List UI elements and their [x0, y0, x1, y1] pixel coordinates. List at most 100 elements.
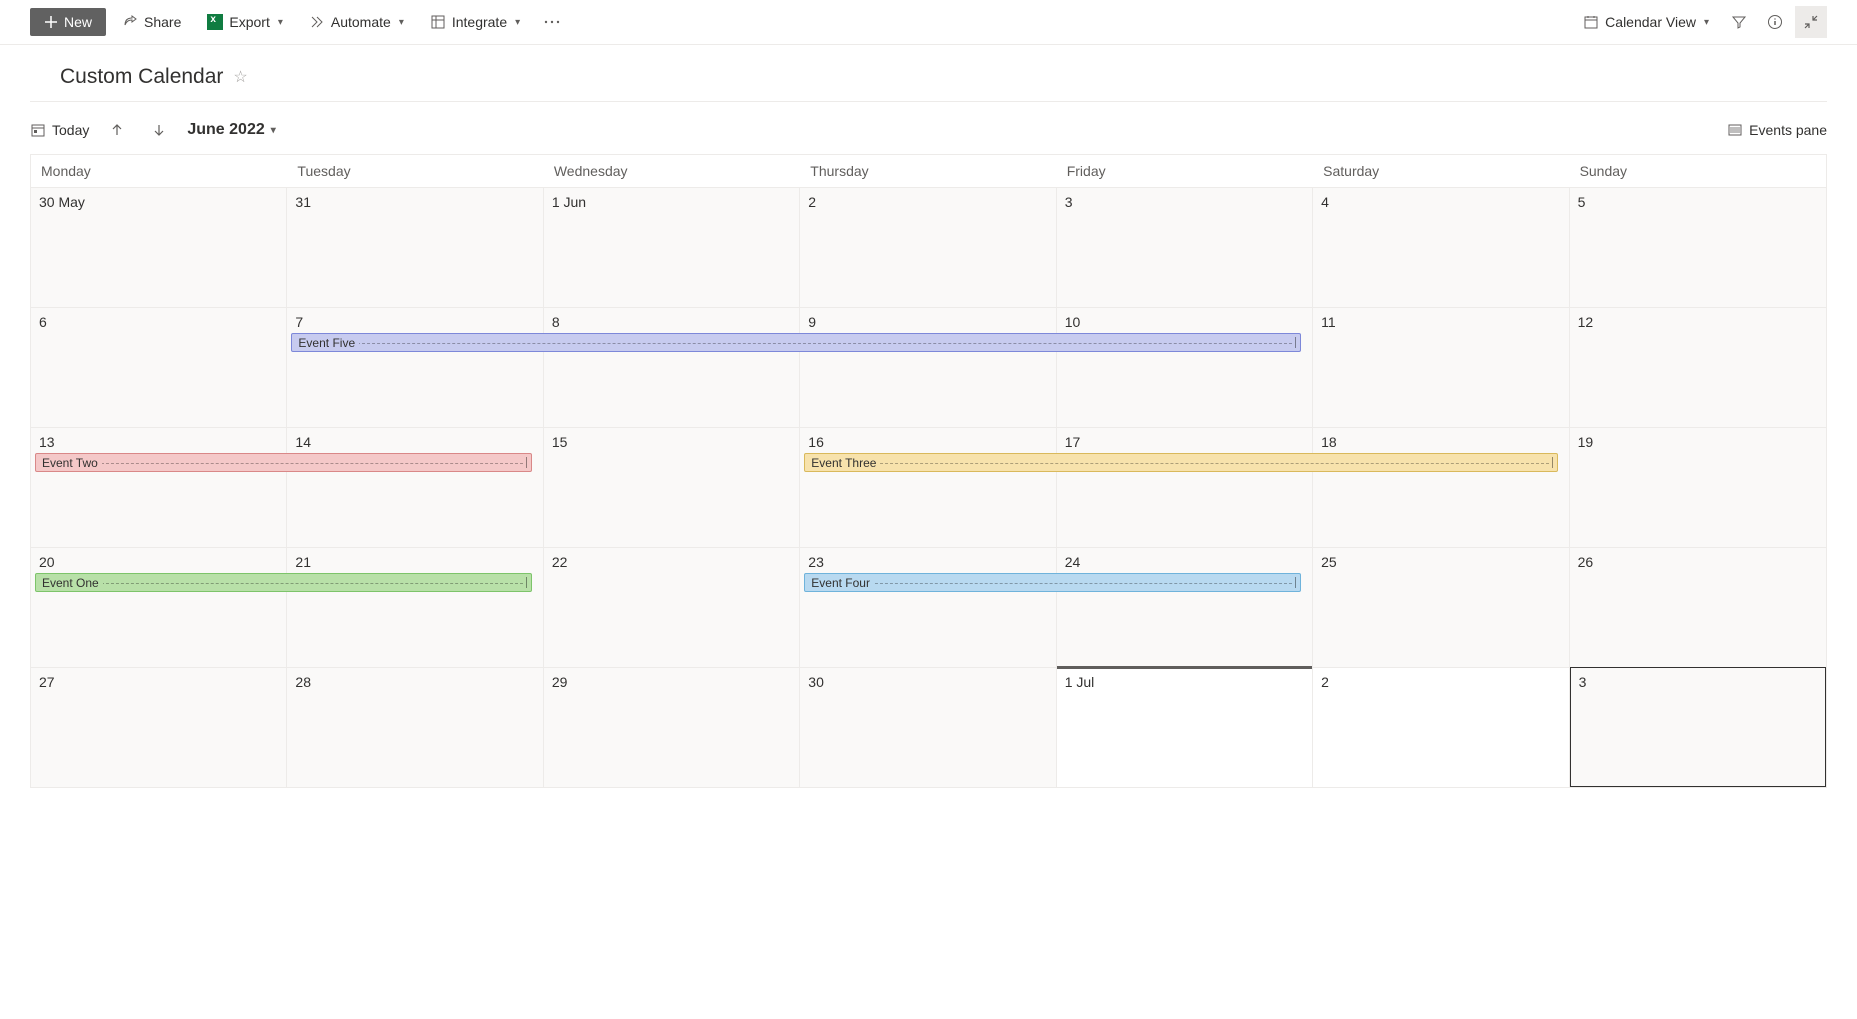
calendar-event[interactable]: Event One	[35, 573, 532, 592]
day-number: 21	[295, 554, 534, 570]
day-number: 4	[1321, 194, 1560, 210]
plus-icon	[44, 15, 58, 29]
more-button[interactable]	[536, 6, 568, 38]
excel-icon	[207, 14, 223, 30]
weekday-label: Monday	[31, 155, 287, 187]
day-number: 18	[1321, 434, 1560, 450]
calendar-event[interactable]: Event Three	[804, 453, 1557, 472]
calendar-day[interactable]: 18	[1313, 427, 1569, 547]
today-button[interactable]: Today	[30, 122, 89, 138]
arrow-down-icon	[152, 123, 166, 137]
day-number: 1 Jun	[552, 194, 791, 210]
calendar-day[interactable]: 10	[1057, 307, 1313, 427]
automate-button-label: Automate	[331, 14, 391, 30]
calendar-day[interactable]: 3	[1570, 667, 1826, 787]
day-number: 19	[1578, 434, 1818, 450]
day-number: 25	[1321, 554, 1560, 570]
calendar-day[interactable]: 13	[31, 427, 287, 547]
calendar-event[interactable]: Event Four	[804, 573, 1301, 592]
weekday-label: Tuesday	[287, 155, 543, 187]
weekday-label: Saturday	[1313, 155, 1569, 187]
calendar-day[interactable]: 28	[287, 667, 543, 787]
calendar-day[interactable]: 30	[800, 667, 1056, 787]
calendar-day[interactable]: 1 Jun	[544, 187, 800, 307]
calendar-day[interactable]: 25	[1313, 547, 1569, 667]
share-button[interactable]: Share	[112, 8, 191, 36]
calendar-day[interactable]: 8	[544, 307, 800, 427]
calendar-icon	[1583, 14, 1599, 30]
day-number: 1 Jul	[1065, 674, 1304, 690]
calendar-day[interactable]: 27	[31, 667, 287, 787]
day-number: 16	[808, 434, 1047, 450]
weekday-label: Sunday	[1570, 155, 1826, 187]
event-end-marker	[526, 577, 527, 588]
weekday-label: Thursday	[800, 155, 1056, 187]
collapse-button[interactable]	[1795, 6, 1827, 38]
events-pane-button[interactable]: Events pane	[1727, 122, 1827, 138]
event-end-marker	[1295, 337, 1296, 348]
calendar-day[interactable]: 30 May	[31, 187, 287, 307]
calendar-day[interactable]: 11	[1313, 307, 1569, 427]
more-icon	[544, 20, 560, 24]
share-button-label: Share	[144, 14, 181, 30]
favorite-star-icon[interactable]: ☆	[233, 67, 247, 87]
today-button-label: Today	[52, 122, 89, 138]
day-number: 28	[295, 674, 534, 690]
calendar-day[interactable]: 15	[544, 427, 800, 547]
calendar-event[interactable]: Event Two	[35, 453, 532, 472]
calendar-day[interactable]: 1 Jul	[1057, 667, 1313, 787]
calendar-nav: Today June 2022 ▾ Events pane	[0, 102, 1857, 154]
calendar-day[interactable]: 5	[1570, 187, 1826, 307]
day-number: 7	[295, 314, 534, 330]
integrate-button[interactable]: Integrate ▾	[420, 8, 530, 36]
calendar-day[interactable]: 9	[800, 307, 1056, 427]
month-picker[interactable]: June 2022 ▾	[187, 121, 275, 139]
calendar-day[interactable]: 7	[287, 307, 543, 427]
calendar-day[interactable]: 24	[1057, 547, 1313, 667]
page-header: Custom Calendar ☆	[30, 45, 1827, 102]
calendar-day[interactable]: 12	[1570, 307, 1826, 427]
event-title: Event Five	[298, 336, 359, 350]
day-number: 12	[1578, 314, 1818, 330]
calendar-day[interactable]: 23	[800, 547, 1056, 667]
calendar-day[interactable]: 21	[287, 547, 543, 667]
calendar-day[interactable]: 4	[1313, 187, 1569, 307]
export-button[interactable]: Export ▾	[197, 8, 293, 36]
calendar-day[interactable]: 2	[800, 187, 1056, 307]
calendar-week: 27 28 29 30 1 Jul 23	[31, 667, 1826, 787]
calendar-day[interactable]: 31	[287, 187, 543, 307]
automate-button[interactable]: Automate ▾	[299, 8, 414, 36]
calendar-day[interactable]: 20	[31, 547, 287, 667]
calendar-day[interactable]: 26	[1570, 547, 1826, 667]
prev-button[interactable]	[103, 116, 131, 144]
weekday-label: Wednesday	[544, 155, 800, 187]
calendar-day[interactable]: 29	[544, 667, 800, 787]
export-button-label: Export	[229, 14, 269, 30]
integrate-button-label: Integrate	[452, 14, 507, 30]
event-title: Event One	[42, 576, 103, 590]
calendar-day[interactable]: 16	[800, 427, 1056, 547]
month-label-text: June 2022	[187, 121, 264, 139]
view-selector-button[interactable]: Calendar View ▾	[1573, 8, 1719, 36]
today-icon	[30, 122, 46, 138]
calendar-day[interactable]: 3	[1057, 187, 1313, 307]
day-number: 13	[39, 434, 278, 450]
calendar-day[interactable]: 14	[287, 427, 543, 547]
calendar-day[interactable]: 19	[1570, 427, 1826, 547]
day-number: 10	[1065, 314, 1304, 330]
calendar-day[interactable]: 6	[31, 307, 287, 427]
calendar-week: 13 1415 16 17 18 19	[31, 427, 1826, 547]
calendar-event[interactable]: Event Five	[291, 333, 1301, 352]
event-end-marker	[526, 457, 527, 468]
calendar-day[interactable]: 22	[544, 547, 800, 667]
day-number: 6	[39, 314, 278, 330]
day-number: 29	[552, 674, 791, 690]
calendar-day[interactable]: 2	[1313, 667, 1569, 787]
next-button[interactable]	[145, 116, 173, 144]
filter-button[interactable]	[1723, 6, 1755, 38]
chevron-down-icon: ▾	[1704, 17, 1709, 28]
new-button[interactable]: New	[30, 8, 106, 36]
calendar-day[interactable]: 17	[1057, 427, 1313, 547]
day-number: 8	[552, 314, 791, 330]
info-button[interactable]	[1759, 6, 1791, 38]
